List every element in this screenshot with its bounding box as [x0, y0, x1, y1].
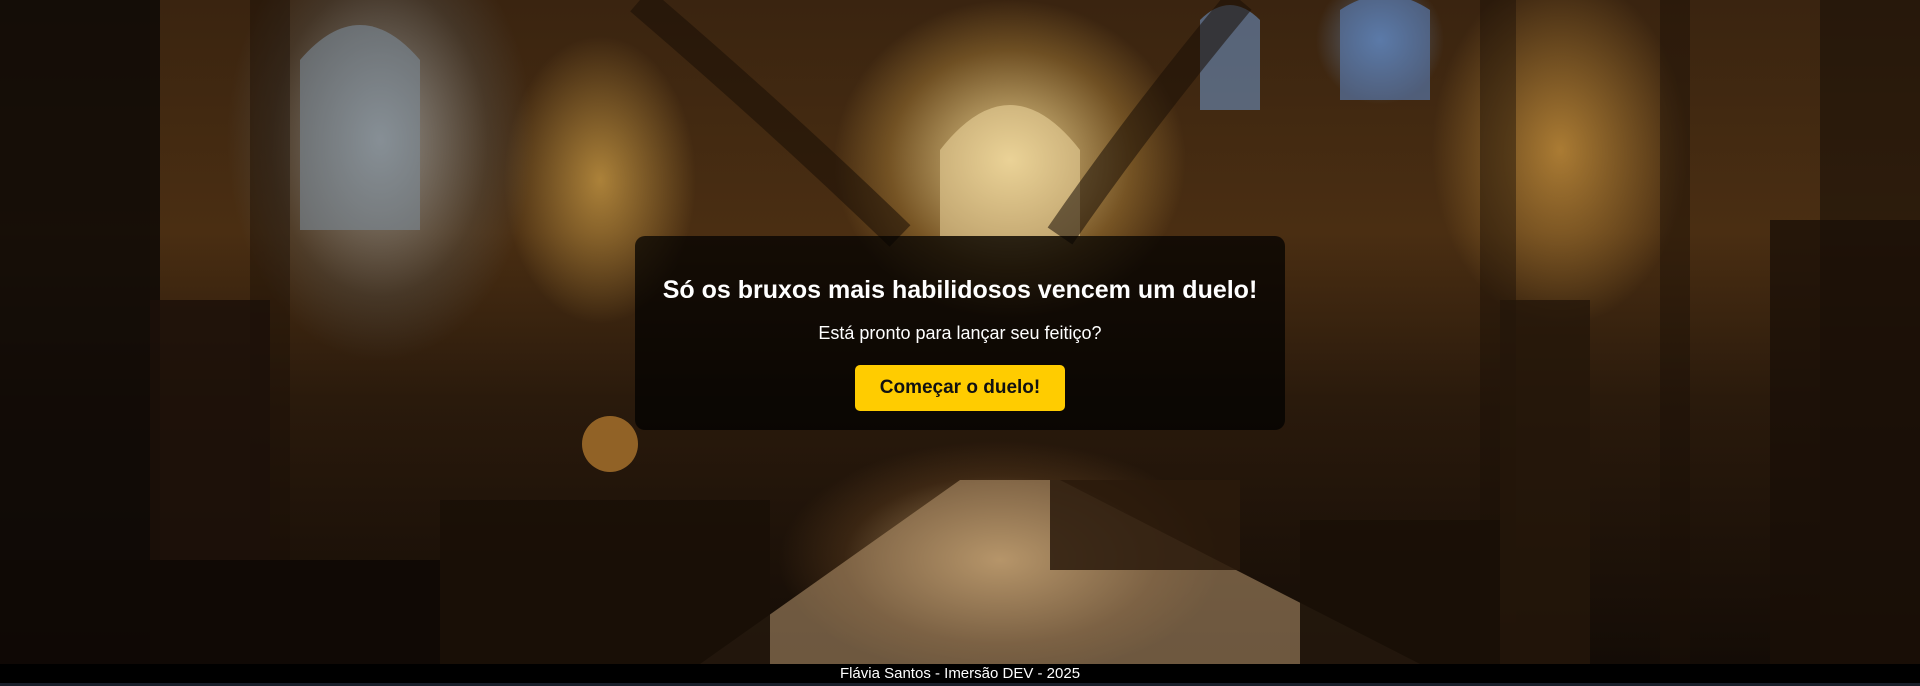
- intro-card: Só os bruxos mais habilidosos vencem um …: [635, 236, 1285, 430]
- footer: Flávia Santos - Imersão DEV - 2025: [0, 664, 1920, 686]
- footer-credit: Flávia Santos - Imersão DEV - 2025: [839, 665, 1081, 682]
- start-duel-button[interactable]: Começar o duelo!: [855, 365, 1065, 411]
- page-title: Só os bruxos mais habilidosos vencem um …: [662, 276, 1258, 304]
- subtitle: Está pronto para lançar seu feitiço?: [818, 323, 1102, 343]
- page: Só os bruxos mais habilidosos vencem um …: [0, 0, 1920, 686]
